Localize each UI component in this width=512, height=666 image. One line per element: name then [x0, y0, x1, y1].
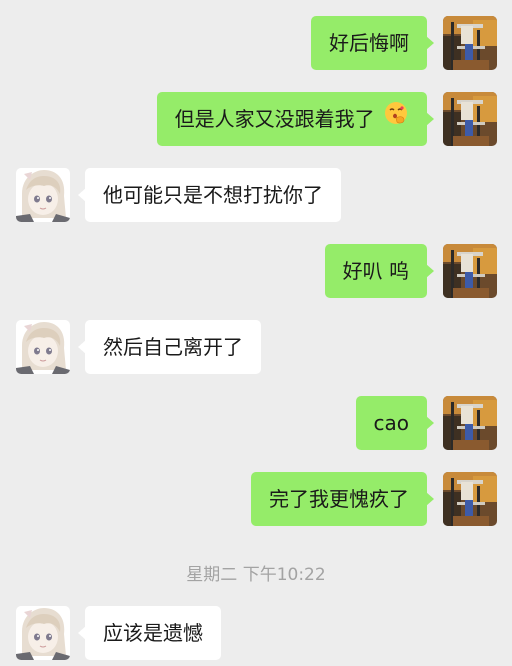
message-bubble[interactable]: 他可能只是不想打扰你了 [78, 168, 341, 222]
message-text: 应该是遗憾 [103, 621, 203, 645]
message-text: 好后悔啊 [329, 31, 409, 55]
message-row: 好后悔啊 [0, 16, 512, 70]
self-avatar-icon[interactable] [443, 396, 497, 450]
message-row: 然后自己离开了 [0, 320, 512, 374]
message-row: cao [0, 396, 512, 450]
message-text: 然后自己离开了 [103, 335, 243, 359]
self-avatar-icon[interactable] [443, 16, 497, 70]
message-text: 他可能只是不想打扰你了 [103, 183, 323, 207]
message-bubble[interactable]: 然后自己离开了 [78, 320, 261, 374]
other-avatar-icon[interactable] [16, 320, 70, 374]
self-avatar-icon[interactable] [443, 472, 497, 526]
message-text: 好叭 呜 [342, 259, 409, 283]
message-row: 应该是遗憾 [0, 606, 512, 660]
message-bubble[interactable]: 但是人家又没跟着我了 [156, 92, 435, 146]
message-bubble[interactable]: 好后悔啊 [311, 16, 434, 70]
chat-window: 好后悔啊 但是人家又没跟着我了 他可能只是不想打扰你了 好叭 呜 然后自己离开了… [0, 0, 512, 666]
self-avatar-icon[interactable] [443, 92, 497, 146]
other-avatar-icon[interactable] [16, 168, 70, 222]
message-row: 完了我更愧疚了 [0, 472, 512, 526]
message-bubble[interactable]: 完了我更愧疚了 [251, 472, 434, 526]
message-text: 完了我更愧疚了 [269, 487, 409, 511]
timestamp: 星期二 下午10:22 [186, 565, 326, 585]
message-row: 但是人家又没跟着我了 [0, 92, 512, 146]
message-row: 他可能只是不想打扰你了 [0, 168, 512, 222]
message-bubble[interactable]: 应该是遗憾 [78, 606, 221, 660]
other-avatar-icon[interactable] [16, 606, 70, 660]
message-bubble[interactable]: 好叭 呜 [324, 244, 435, 298]
message-row: 好叭 呜 [0, 244, 512, 298]
message-text: 但是人家又没跟着我了 [174, 107, 375, 131]
message-text: cao [373, 411, 410, 435]
self-avatar-icon[interactable] [443, 244, 497, 298]
message-bubble[interactable]: cao [355, 396, 434, 450]
kissing-face-with-hand-emoji-icon [383, 92, 409, 146]
